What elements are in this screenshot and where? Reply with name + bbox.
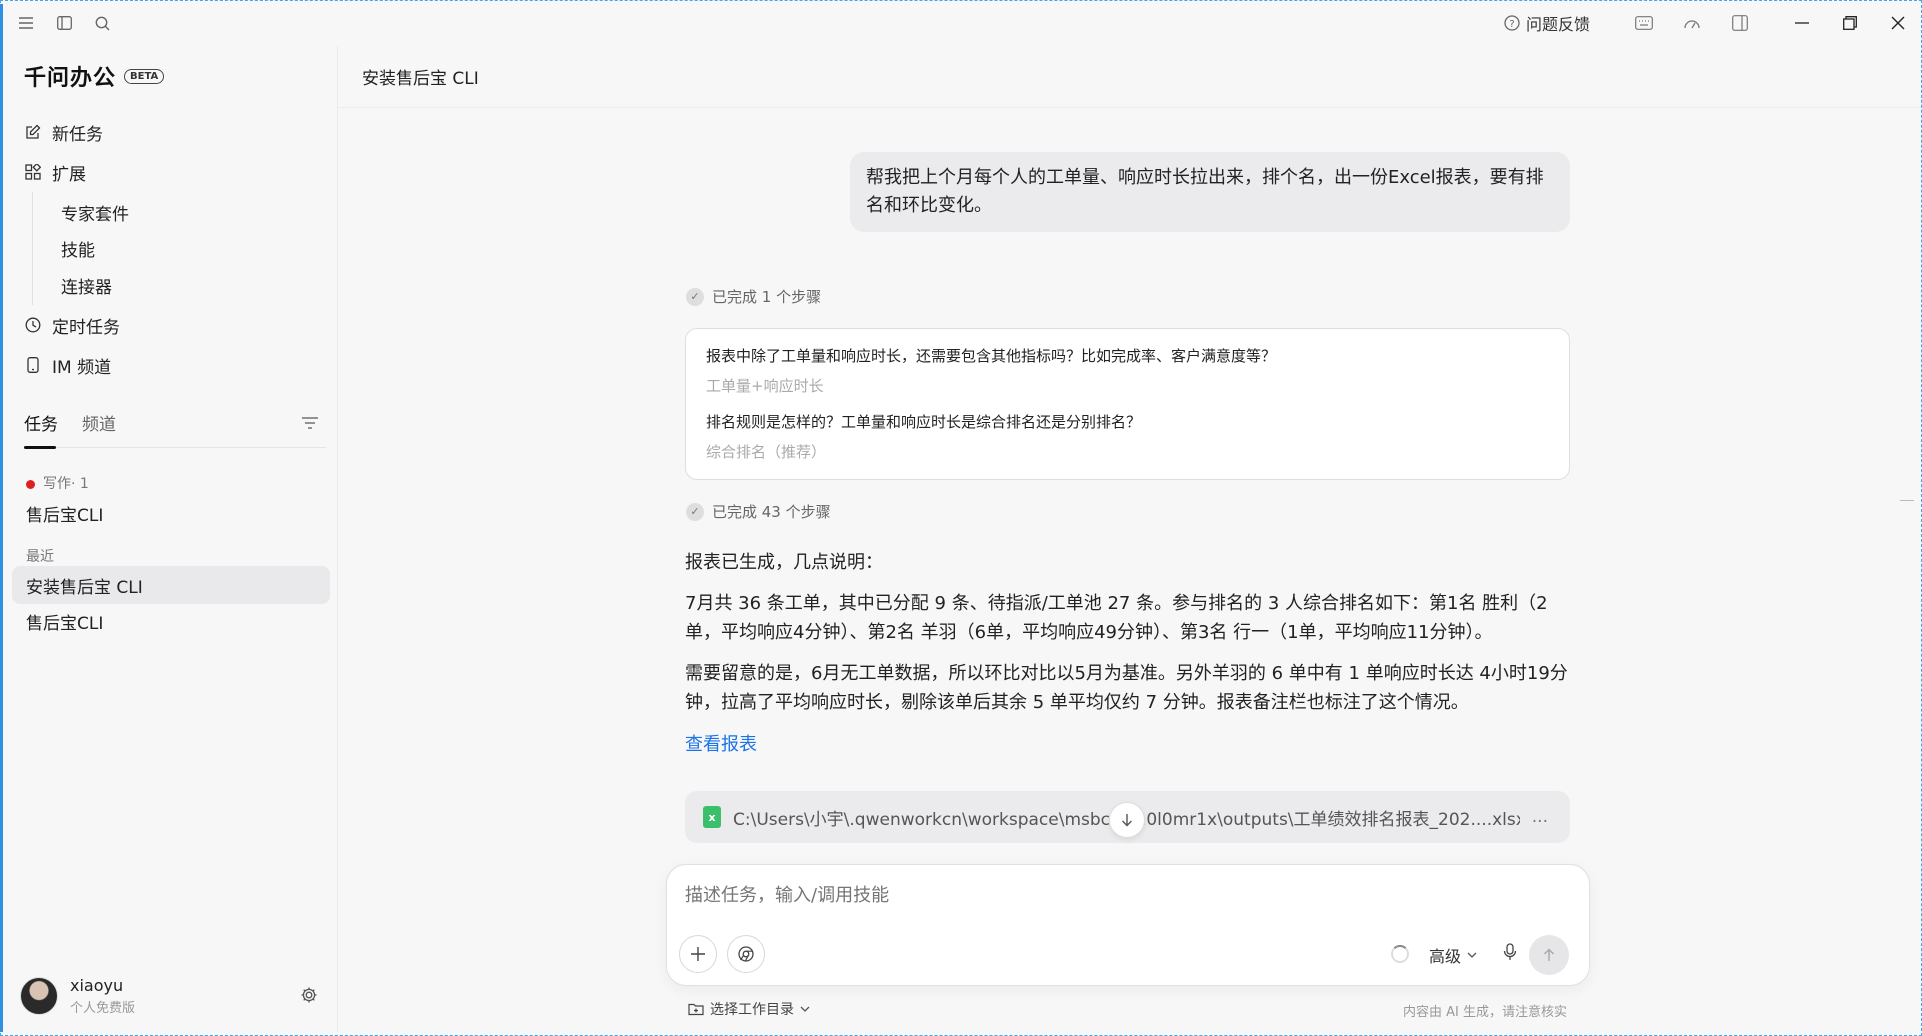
advanced-dropdown[interactable]: 高级 bbox=[1429, 943, 1477, 967]
edit-icon bbox=[24, 123, 42, 141]
sidebar-toggle-icon[interactable] bbox=[56, 15, 72, 31]
list-item[interactable]: 安装售后宝 CLI bbox=[12, 566, 330, 604]
tab-tasks[interactable]: 任务 bbox=[24, 404, 58, 449]
step-label: 已完成 1 个步骤 bbox=[712, 288, 822, 306]
reply-paragraph: 需要留意的是，6月无工单数据，所以环比对比以5月为基准。另外羊羽的 6 单中有 … bbox=[685, 663, 1568, 713]
plus-icon bbox=[691, 947, 705, 961]
reply-paragraph: 7月共 36 条工单，其中已分配 9 条、待指派/工单池 27 条。参与排名的 … bbox=[685, 593, 1548, 643]
workdir-selector[interactable]: 选择工作目录 bbox=[688, 999, 810, 1019]
beta-badge: BETA bbox=[124, 68, 165, 84]
titlebar: ? 问题反馈 bbox=[0, 0, 1922, 46]
restore-button[interactable] bbox=[1826, 0, 1874, 46]
workdir-label: 选择工作目录 bbox=[710, 1002, 794, 1018]
sidebar-item-label: IM 频道 bbox=[52, 357, 112, 378]
task-input[interactable] bbox=[685, 885, 1565, 906]
answer-text: 工单量+响应时长 bbox=[706, 377, 824, 395]
folder-add-icon bbox=[688, 1003, 704, 1016]
sidebar-item-skills[interactable]: 技能 bbox=[32, 232, 324, 265]
close-button[interactable] bbox=[1874, 0, 1922, 46]
scrollbar-marker[interactable] bbox=[1900, 500, 1914, 501]
view-report-link[interactable]: 查看报表 bbox=[685, 730, 757, 756]
step-summary[interactable]: ✓ 已完成 1 个步骤 bbox=[686, 286, 821, 307]
chevron-down-icon bbox=[1467, 952, 1477, 958]
sidebar: 千问办公 BETA 新任务 扩展 专家套件 技能 连接器 定时任务 IM 频道 … bbox=[4, 46, 338, 1032]
panel-toggle-icon[interactable] bbox=[1730, 13, 1750, 33]
check-icon: ✓ bbox=[686, 287, 704, 306]
sidebar-item-im-channel[interactable]: IM 频道 bbox=[24, 345, 324, 385]
loading-spinner bbox=[1391, 945, 1409, 963]
main-panel: 安装售后宝 CLI 帮我把上个月每个人的工单量、响应时长拉出来，排个名，出一份E… bbox=[338, 46, 1922, 1032]
user-profile[interactable]: xiaoyu 个人免费版 bbox=[20, 976, 135, 1016]
sidebar-nav: 新任务 扩展 专家套件 技能 连接器 定时任务 IM 频道 bbox=[24, 112, 324, 385]
phone-icon bbox=[24, 356, 42, 374]
sidebar-item-scheduled[interactable]: 定时任务 bbox=[24, 305, 324, 345]
arrow-up-icon bbox=[1543, 948, 1555, 961]
user-plan: 个人免费版 bbox=[70, 1001, 136, 1016]
gear-icon[interactable] bbox=[300, 986, 318, 1008]
sidebar-item-label: 新任务 bbox=[52, 124, 103, 145]
sidebar-item-label: 连接器 bbox=[61, 277, 112, 298]
user-message: 帮我把上个月每个人的工单量、响应时长拉出来，排个名，出一份Excel报表，要有排… bbox=[850, 152, 1570, 232]
gauge-icon[interactable] bbox=[1682, 13, 1702, 33]
avatar bbox=[20, 977, 58, 1015]
minimize-button[interactable] bbox=[1778, 0, 1826, 46]
sidebar-item-label: 技能 bbox=[61, 241, 95, 261]
list-item[interactable]: 售后宝CLI bbox=[12, 494, 330, 532]
chrome-icon bbox=[738, 946, 754, 962]
more-options[interactable]: ... bbox=[1532, 807, 1548, 827]
page-title: 安装售后宝 CLI bbox=[338, 46, 1922, 108]
list-item[interactable]: 售后宝CLI bbox=[12, 602, 330, 640]
help-icon: ? bbox=[1504, 15, 1520, 31]
svg-text:?: ? bbox=[1509, 19, 1514, 30]
check-icon: ✓ bbox=[686, 502, 704, 521]
recent-group-label: 最近 bbox=[26, 549, 54, 565]
brand-name: 千问办公 bbox=[24, 66, 117, 91]
question-text: 排名规则是怎样的？工单量和响应时长是综合排名还是分别排名？ bbox=[706, 413, 1142, 431]
search-icon[interactable] bbox=[94, 15, 110, 31]
step-label: 已完成 43 个步骤 bbox=[712, 503, 831, 521]
filter-icon[interactable] bbox=[302, 414, 318, 433]
answer-text: 综合排名（推荐） bbox=[706, 443, 827, 461]
ai-disclaimer: 内容由 AI 生成，请注意核实 bbox=[1403, 1005, 1567, 1020]
tab-channels[interactable]: 频道 bbox=[82, 404, 116, 448]
advanced-label: 高级 bbox=[1429, 947, 1462, 966]
sidebar-item-expert-kits[interactable]: 专家套件 bbox=[32, 192, 324, 232]
reply-intro: 报表已生成，几点说明： bbox=[685, 552, 883, 573]
keyboard-icon[interactable] bbox=[1634, 13, 1654, 33]
add-button[interactable] bbox=[679, 935, 717, 973]
writing-group-label: 写作· 1 bbox=[26, 473, 89, 493]
step-summary[interactable]: ✓ 已完成 43 个步骤 bbox=[686, 501, 831, 522]
group-label-text: 写作· 1 bbox=[43, 476, 89, 492]
sidebar-tabs: 任务 频道 bbox=[24, 404, 326, 449]
brand: 千问办公 BETA bbox=[24, 60, 165, 92]
sidebar-item-label: 定时任务 bbox=[52, 317, 120, 338]
sidebar-item-label: 专家套件 bbox=[61, 204, 129, 225]
chevron-down-icon bbox=[800, 1006, 810, 1012]
send-button[interactable] bbox=[1529, 935, 1569, 975]
composer: 高级 bbox=[666, 864, 1590, 986]
feedback-label: 问题反馈 bbox=[1525, 15, 1590, 34]
sidebar-item-extensions[interactable]: 扩展 bbox=[24, 152, 324, 192]
scroll-down-button[interactable] bbox=[1109, 802, 1145, 838]
status-dot bbox=[26, 479, 35, 489]
arrow-down-icon bbox=[1122, 814, 1132, 827]
menu-icon[interactable] bbox=[18, 15, 34, 31]
qa-card: 报表中除了工单量和响应时长，还需要包含其他指标吗？比如完成率、客户满意度等？ 工… bbox=[685, 328, 1570, 480]
browser-button[interactable] bbox=[727, 935, 765, 973]
microphone-icon[interactable] bbox=[1503, 943, 1517, 965]
feedback-button[interactable]: ? 问题反馈 bbox=[1504, 11, 1590, 35]
question-text: 报表中除了工单量和响应时长，还需要包含其他指标吗？比如完成率、客户满意度等？ bbox=[706, 347, 1277, 365]
user-name: xiaoyu bbox=[70, 976, 124, 995]
excel-file-icon: x bbox=[703, 806, 721, 828]
extensions-icon bbox=[24, 163, 42, 181]
sidebar-item-label: 扩展 bbox=[52, 164, 86, 185]
clock-icon bbox=[24, 316, 42, 334]
window-edge bbox=[0, 4, 3, 1032]
sidebar-item-connectors[interactable]: 连接器 bbox=[32, 265, 324, 305]
sidebar-item-new-task[interactable]: 新任务 bbox=[24, 112, 324, 152]
